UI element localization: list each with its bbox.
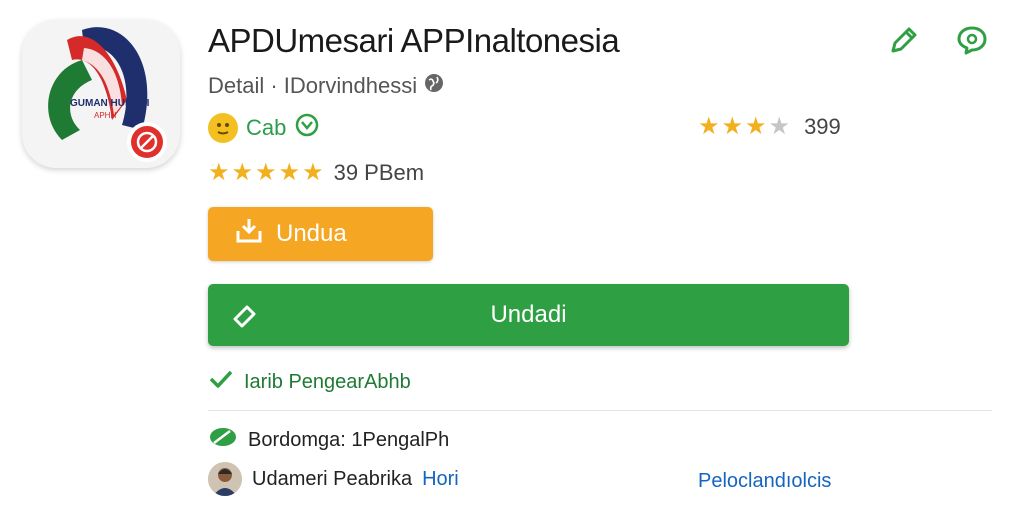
developer-text: Bordomga: 1PengalPh [248, 428, 450, 451]
smiley-icon [208, 112, 238, 143]
app-subtitle: Detail · IDorvindhessi [208, 73, 418, 98]
rating-summary-value: 399 [804, 114, 841, 139]
secondary-button-label: Undua [276, 220, 347, 247]
rating-summary: ★ ★ ★ ★ 399 [698, 114, 841, 140]
avatar [208, 462, 242, 496]
rating-stars-main: ★ ★ ★ ★ ★ [208, 161, 324, 185]
star-icon: ★ [745, 113, 767, 140]
globe-icon[interactable] [423, 72, 445, 100]
rating-count: 39 PBem [333, 160, 425, 185]
rating-row: ★ ★ ★ ★ ★ 39 PBem [208, 160, 424, 186]
app-title: APDUmesari APPInaltonesia [208, 22, 620, 59]
primary-button-label: Undadi [490, 301, 567, 328]
star-icon: ★ [302, 159, 324, 186]
app-icon-subtext: APHH [94, 111, 116, 120]
verified-row: Iarib PengearAbhb [208, 368, 411, 396]
download-icon [234, 217, 264, 252]
check-icon [208, 368, 234, 396]
meta-label: Cab [246, 114, 287, 140]
publisher-name: Udameri Peabrika [252, 467, 413, 490]
badge-icon [294, 112, 320, 143]
app-subtitle-row: Detail · IDorvindhessi [208, 72, 445, 100]
edit-pencil-icon[interactable] [884, 20, 924, 60]
star-icon: ★ [278, 159, 301, 186]
developer-row: Bordomga: 1PengalPh [208, 424, 449, 456]
star-icon: ★ [208, 159, 230, 186]
publisher-link[interactable]: Hori [422, 468, 459, 491]
divider [208, 410, 992, 411]
star-icon: ★ [721, 113, 744, 140]
primary-install-button[interactable]: Undadi [208, 284, 849, 346]
leaf-icon [208, 424, 238, 456]
meta-row: Cab [208, 112, 320, 143]
star-icon: ★ [698, 113, 720, 140]
app-icon-text: GUMAN HUHUDI [70, 98, 150, 109]
secondary-download-button[interactable]: Undua [208, 207, 433, 261]
chat-bubble-icon[interactable] [952, 20, 992, 60]
verified-text: Iarib PengearAbhb [244, 370, 411, 393]
app-icon: GUMAN HUHUDI APHH [22, 20, 180, 168]
star-icon: ★ [231, 159, 254, 186]
publisher-row: Udameri Peabrika Hori [208, 462, 459, 496]
star-icon: ★ [255, 159, 277, 186]
details-link[interactable]: Peloclandıolcis [698, 470, 831, 493]
star-icon: ★ [768, 113, 791, 140]
rating-stars: ★ ★ ★ ★ [698, 115, 790, 139]
